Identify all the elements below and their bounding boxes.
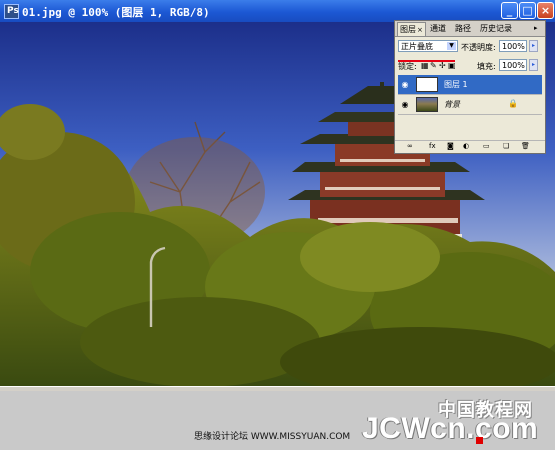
- maximize-button[interactable]: □: [519, 2, 536, 19]
- new-layer-icon[interactable]: ❏: [503, 142, 509, 150]
- minimize-button[interactable]: _: [501, 2, 518, 19]
- lock-label: 锁定:: [398, 62, 417, 71]
- trash-icon[interactable]: 🗑: [521, 142, 530, 150]
- eye-icon[interactable]: ◉: [400, 80, 410, 90]
- adjustment-icon[interactable]: ◐: [463, 142, 469, 150]
- opacity-slider-arrow-icon[interactable]: ▸: [529, 40, 538, 52]
- blend-mode-select[interactable]: 正片叠底 ▼: [398, 40, 458, 52]
- link-icon[interactable]: ∞: [407, 142, 413, 150]
- group-icon[interactable]: ▭: [483, 142, 490, 150]
- fill-label: 填充:: [477, 62, 496, 71]
- lock-all-icon[interactable]: ▣: [448, 61, 456, 70]
- layer-row-background[interactable]: ◉ 背景 🔒: [398, 95, 542, 115]
- opacity-input[interactable]: 100%: [499, 40, 527, 52]
- lock-paint-icon[interactable]: ✎: [430, 61, 437, 70]
- layer-thumbnail: [416, 97, 438, 112]
- fx-icon[interactable]: fx: [429, 142, 436, 150]
- layer-thumbnail: [416, 77, 438, 92]
- tab-channels[interactable]: 通道: [428, 22, 448, 35]
- layer-row-layer1[interactable]: ◉ 图层 1: [398, 75, 542, 95]
- layer-name: 图层 1: [444, 80, 468, 89]
- layer-name: 背景: [444, 100, 460, 109]
- blend-mode-value: 正片叠底: [401, 42, 433, 51]
- tab-history[interactable]: 历史记录: [478, 22, 514, 35]
- tab-layers[interactable]: 图层×: [397, 22, 426, 36]
- photoshop-doc-icon: Ps: [4, 4, 19, 19]
- fill-input[interactable]: 100%: [499, 59, 527, 71]
- mask-icon[interactable]: ◙: [447, 142, 454, 150]
- opacity-label: 不透明度:: [461, 43, 496, 52]
- watermark-logo: JCWcn.com: [362, 412, 539, 445]
- layers-panel[interactable]: 图层× 通道 路径 历史记录 ▸ 正片叠底 ▼ 不透明度: 100% ▸ 锁定:…: [394, 20, 546, 154]
- document-title: 01.jpg @ 100% (图层 1, RGB/8): [22, 6, 210, 19]
- panel-menu-icon[interactable]: ▸: [534, 24, 542, 32]
- panel-tabs: 图层× 通道 路径 历史记录 ▸: [395, 21, 545, 37]
- close-icon[interactable]: ×: [417, 26, 423, 34]
- fill-slider-arrow-icon[interactable]: ▸: [529, 59, 538, 71]
- lock-move-icon[interactable]: ✢: [439, 61, 446, 70]
- eye-icon[interactable]: ◉: [400, 100, 410, 110]
- tab-paths[interactable]: 路径: [453, 22, 473, 35]
- status-bar: [0, 386, 555, 391]
- close-button[interactable]: ×: [537, 2, 554, 19]
- watermark-logo-dot: [476, 437, 483, 444]
- lock-options: ▦ ✎ ✢ ▣: [421, 61, 471, 71]
- watermark-site-text: 思缘设计论坛 WWW.MISSYUAN.COM: [194, 432, 351, 442]
- layers-panel-toolbar: ∞ fx ◙ ◐ ▭ ❏ 🗑: [395, 140, 545, 153]
- document-title-bar[interactable]: Ps 01.jpg @ 100% (图层 1, RGB/8) _ □ ×: [0, 0, 555, 22]
- lock-transparency-icon[interactable]: ▦: [421, 61, 429, 70]
- chevron-down-icon: ▼: [447, 42, 456, 50]
- lock-icon: 🔒: [508, 99, 518, 108]
